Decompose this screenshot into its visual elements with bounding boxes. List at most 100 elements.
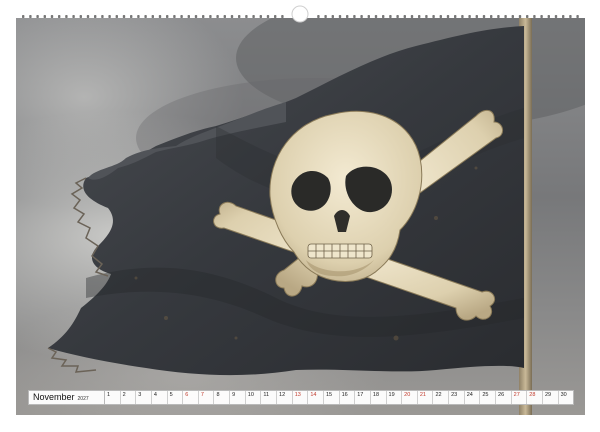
day-number: 5 xyxy=(169,392,173,398)
day-number: 18 xyxy=(372,392,380,398)
day-cell[interactable]: 6 xyxy=(183,391,199,404)
binding-ring xyxy=(468,15,471,18)
binding-ring xyxy=(511,15,514,18)
day-cell[interactable]: 15 xyxy=(324,391,340,404)
day-cell[interactable]: 10 xyxy=(246,391,262,404)
binding-ring xyxy=(122,15,126,18)
binding-ring xyxy=(115,15,118,18)
binding-ring xyxy=(403,15,406,18)
binding-ring xyxy=(166,15,169,18)
day-number: 25 xyxy=(482,392,489,398)
day-cell[interactable]: 9 xyxy=(230,391,246,404)
binding-ring xyxy=(216,15,219,18)
day-number: 24 xyxy=(466,392,473,398)
day-cell[interactable]: 2 xyxy=(121,391,137,404)
binding-ring xyxy=(418,15,421,18)
binding-ring xyxy=(475,15,478,18)
day-number: 20 xyxy=(404,392,411,398)
binding-ring xyxy=(238,15,241,18)
binding-ring xyxy=(266,15,270,18)
binding-ring xyxy=(65,15,68,18)
binding-ring xyxy=(454,15,457,18)
month-name: November xyxy=(33,392,75,402)
binding-ring xyxy=(482,15,486,18)
day-number: 28 xyxy=(529,392,536,398)
day-cell[interactable]: 22 xyxy=(433,391,450,404)
day-cell[interactable]: 5 xyxy=(168,391,184,404)
day-number: 22 xyxy=(435,392,442,398)
binding-ring xyxy=(490,15,493,18)
day-cell[interactable]: 4 xyxy=(152,391,168,404)
ring-binding-icon xyxy=(0,0,600,24)
day-cell[interactable]: 17 xyxy=(355,391,371,404)
binding-ring xyxy=(547,15,550,18)
day-cell[interactable]: 8 xyxy=(214,391,231,404)
day-cell[interactable]: 7 xyxy=(199,391,215,404)
day-cell[interactable]: 21 xyxy=(418,391,434,404)
binding-ring xyxy=(50,15,54,18)
binding-ring xyxy=(569,15,572,18)
binding-ring xyxy=(526,15,529,18)
day-number: 3 xyxy=(138,392,142,398)
day-cells: 1 2 3 4 5 6 7 8 9 10 11 12 13 14 15 16 17 18 19 20 21 22 23 24 2… xyxy=(105,391,573,404)
binding-ring xyxy=(252,15,255,18)
day-cell[interactable]: 28 xyxy=(527,391,543,404)
day-cell[interactable]: 14 xyxy=(308,391,324,404)
day-cell[interactable]: 12 xyxy=(277,391,293,404)
binding-ring xyxy=(389,15,392,18)
binding-ring xyxy=(94,15,97,18)
binding-ring xyxy=(130,15,133,18)
binding-ring xyxy=(144,15,147,18)
day-cell[interactable]: 16 xyxy=(340,391,356,404)
binding-ring xyxy=(367,15,370,18)
day-cell[interactable]: 27 xyxy=(512,391,528,404)
day-number: 14 xyxy=(310,392,317,398)
day-number: 29 xyxy=(544,392,552,398)
binding-ring xyxy=(554,15,558,18)
day-cell[interactable]: 18 xyxy=(371,391,387,404)
day-number: 27 xyxy=(513,392,520,398)
binding-ring xyxy=(410,15,414,18)
day-number: 19 xyxy=(388,392,395,398)
day-cell[interactable]: 1 xyxy=(105,391,121,404)
day-number: 23 xyxy=(451,392,458,398)
day-number: 17 xyxy=(357,392,364,398)
day-number: 11 xyxy=(263,392,270,398)
binding-ring xyxy=(331,15,334,18)
year-label: 2027 xyxy=(77,396,89,402)
day-cell[interactable]: 11 xyxy=(261,391,278,404)
day-number: 13 xyxy=(294,392,301,398)
binding-ring xyxy=(382,15,385,18)
day-number: 6 xyxy=(185,392,189,398)
binding-ring xyxy=(461,15,464,18)
day-number: 8 xyxy=(216,392,220,398)
binding-ring xyxy=(338,15,342,18)
binding-ring xyxy=(562,15,565,18)
day-cell[interactable]: 26 xyxy=(496,391,512,404)
day-cell[interactable]: 3 xyxy=(136,391,152,404)
binding-ring xyxy=(259,15,262,18)
binding-ring xyxy=(230,15,234,18)
binding-ring xyxy=(281,15,284,18)
day-cell[interactable]: 24 xyxy=(465,391,481,404)
binding-ring xyxy=(223,15,226,18)
day-cell[interactable]: 23 xyxy=(449,391,465,404)
day-cell[interactable]: 20 xyxy=(402,391,418,404)
binding-ring xyxy=(29,15,32,18)
binding-ring xyxy=(72,15,75,18)
day-cell[interactable]: 30 xyxy=(559,391,574,404)
day-cell[interactable]: 29 xyxy=(543,391,559,404)
binding-ring xyxy=(137,15,140,18)
day-cell[interactable]: 19 xyxy=(387,391,403,404)
binding-ring xyxy=(79,15,82,18)
day-cell[interactable]: 13 xyxy=(293,391,309,404)
binding-ring xyxy=(187,15,190,18)
calendar-page: November 2027 1 2 3 4 5 6 7 8 9 10 11 12 13 14 15 16 17 1… xyxy=(0,0,600,432)
day-number: 1 xyxy=(107,392,111,398)
binding-ring xyxy=(151,15,154,18)
binding-ring xyxy=(353,15,356,18)
binding-ring xyxy=(101,15,104,18)
binding-ring xyxy=(396,15,399,18)
binding-ring xyxy=(518,15,522,18)
day-cell[interactable]: 25 xyxy=(480,391,497,404)
